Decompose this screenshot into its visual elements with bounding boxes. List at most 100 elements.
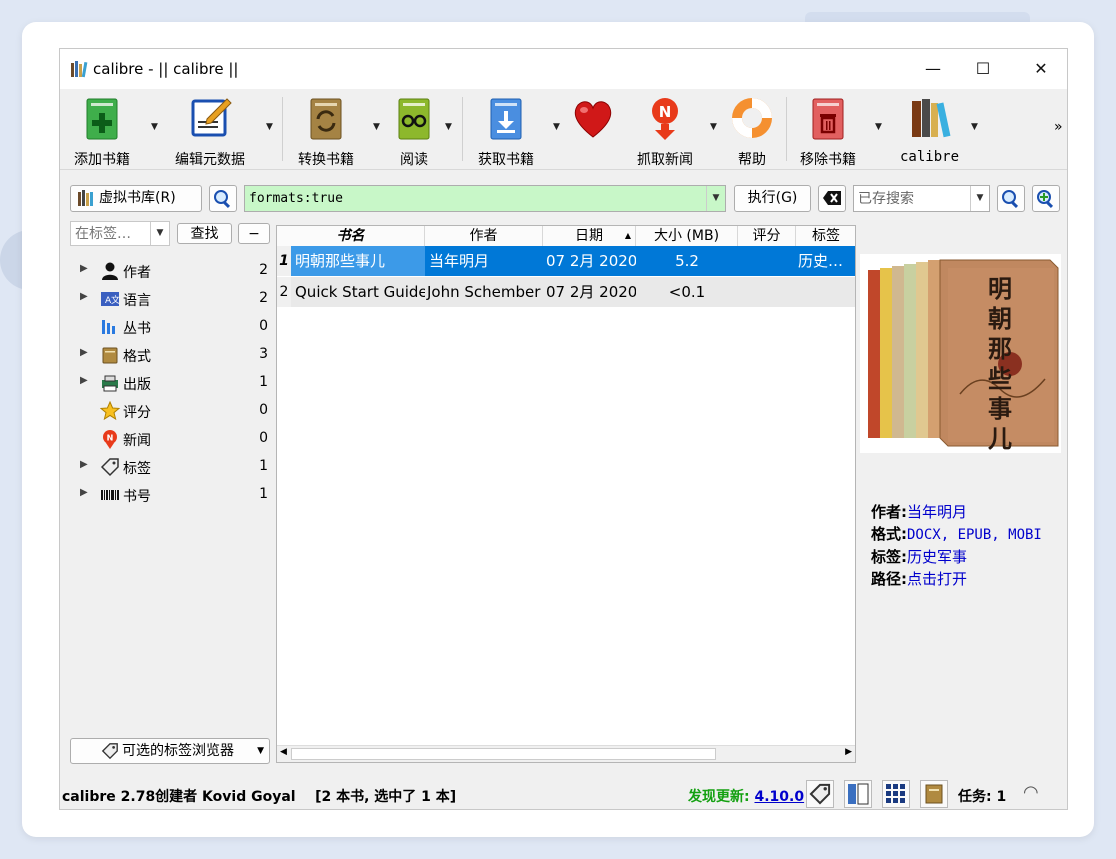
tree-item-languages[interactable]: ▶ A文 语言 2 (60, 285, 270, 313)
tag-find-input[interactable]: 在标签… ▼ (70, 221, 170, 246)
table-row[interactable]: 1 明朝那些事儿 当年明月 07 2月 2020 5.2 历史… (277, 246, 855, 276)
tree-item-series[interactable]: 丛书 0 (60, 313, 270, 341)
jobs-indicator[interactable]: 任务: 1 (958, 786, 1006, 806)
expand-arrow-icon[interactable]: ▶ (80, 487, 88, 498)
tree-item-rating[interactable]: 评分 0 (60, 397, 270, 425)
news-icon: N (103, 430, 117, 449)
cover-title: 明朝那些事儿 (988, 274, 1012, 453)
tree-item-tags[interactable]: ▶ 标签 1 (60, 453, 270, 481)
tag-find-button[interactable]: 查找 (177, 223, 232, 244)
expand-arrow-icon[interactable]: ▶ (80, 459, 88, 470)
path-link[interactable]: 点击打开 (907, 570, 967, 588)
cell-date[interactable]: 07 2月 2020 (543, 246, 636, 276)
tag-browser-toggle[interactable] (806, 780, 834, 808)
convert-books-button[interactable]: 转换书籍 (298, 95, 354, 169)
edit-metadata-icon (191, 98, 232, 137)
scroll-left-icon[interactable]: ◀ (280, 747, 287, 757)
cell-title[interactable]: 明朝那些事儿 (291, 246, 425, 276)
fetch-news-dropdown-arrow[interactable]: ▼ (710, 122, 717, 132)
alternate-tag-browser-button[interactable]: 可选的标签浏览器 ▼ (70, 738, 270, 764)
calibre-dropdown-arrow[interactable]: ▼ (971, 122, 978, 132)
tree-item-identifiers[interactable]: ▶ 书号 1 (60, 481, 270, 509)
detail-author: 作者:当年明月 (871, 501, 1042, 523)
horizontal-scrollbar[interactable]: ◀ ▶ (277, 745, 855, 762)
book-list-header: 书名 作者 日期 ▲ 大小 (MB) 评分 标签 (277, 226, 855, 247)
scrollbar-thumb[interactable] (291, 748, 716, 760)
cell-author[interactable]: 当年明月 (425, 246, 543, 276)
minimize-button[interactable]: — (910, 55, 956, 83)
fetch-news-icon: N (652, 98, 678, 140)
table-row[interactable]: 2 Quick Start Guide John Schember 07 2月 … (277, 277, 855, 307)
sort-ascending-icon: ▲ (624, 231, 631, 240)
remove-books-button[interactable]: 移除书籍 (800, 95, 856, 169)
scroll-right-icon[interactable]: ▶ (845, 747, 852, 757)
column-size[interactable]: 大小 (MB) (636, 226, 738, 246)
search-input[interactable]: formats:true ▼ (244, 185, 726, 212)
calibre-library-button[interactable]: calibre (900, 95, 959, 165)
column-tags[interactable]: 标签 (796, 226, 856, 246)
grid-icon (886, 784, 905, 803)
cover-grid-toggle[interactable] (844, 780, 872, 808)
cover-browser-toggle[interactable] (920, 780, 948, 808)
close-button[interactable]: ✕ (1018, 55, 1064, 83)
tree-item-label: 标签 (123, 461, 151, 477)
add-books-dropdown-arrow[interactable]: ▼ (151, 122, 158, 132)
expand-arrow-icon[interactable]: ▶ (80, 291, 88, 302)
cell-rating[interactable] (738, 277, 796, 307)
grid-view-toggle[interactable] (882, 780, 910, 808)
tags-link[interactable]: 历史军事 (907, 548, 967, 566)
search-history-dropdown[interactable]: ▼ (706, 186, 725, 211)
book-cover-image[interactable]: 明朝那些事儿 (860, 254, 1061, 453)
formats-link[interactable]: DOCX, EPUB, MOBI (907, 527, 1042, 543)
search-bar: 虚拟书库(R) formats:true ▼ 执行(G) 已存搜索 ▼ (60, 179, 1067, 217)
remove-books-dropdown-arrow[interactable]: ▼ (875, 122, 882, 132)
fetch-news-button[interactable]: N 抓取新闻 (637, 95, 693, 169)
cell-title[interactable]: Quick Start Guide (291, 277, 425, 307)
maximize-button[interactable]: ☐ (960, 55, 1006, 83)
column-date[interactable]: 日期 ▲ (543, 226, 636, 246)
tag-find-dropdown[interactable]: ▼ (150, 222, 169, 245)
help-button[interactable]: 帮助 (729, 95, 775, 169)
tree-item-publisher[interactable]: ▶ 出版 1 (60, 369, 270, 397)
column-rating[interactable]: 评分 (738, 226, 796, 246)
cell-tags[interactable] (796, 277, 855, 307)
execute-search-button[interactable]: 执行(G) (734, 185, 811, 212)
tree-item-formats[interactable]: ▶ 格式 3 (60, 341, 270, 369)
add-books-button[interactable]: 添加书籍 (74, 95, 130, 169)
cell-author[interactable]: John Schember (425, 277, 543, 307)
format-icon (102, 347, 118, 364)
save-search-button[interactable] (1032, 185, 1060, 212)
cell-size[interactable]: 5.2 (636, 246, 738, 276)
expand-arrow-icon[interactable]: ▶ (80, 347, 88, 358)
expand-arrow-icon[interactable]: ▶ (80, 263, 88, 274)
clear-search-button[interactable] (818, 185, 846, 212)
column-title[interactable]: 书名 (277, 226, 425, 246)
saved-search-combo[interactable]: 已存搜索 ▼ (853, 185, 990, 212)
saved-search-find-button[interactable] (997, 185, 1025, 212)
search-button[interactable] (209, 185, 237, 212)
tree-item-authors[interactable]: ▶ 作者 2 (60, 257, 270, 285)
convert-books-dropdown-arrow[interactable]: ▼ (373, 122, 380, 132)
author-link[interactable]: 当年明月 (907, 503, 967, 521)
view-button[interactable]: 阅读 (391, 95, 437, 169)
expand-arrow-icon[interactable]: ▶ (80, 375, 88, 386)
view-dropdown-arrow[interactable]: ▼ (445, 122, 452, 132)
saved-search-dropdown[interactable]: ▼ (970, 186, 989, 211)
donate-button[interactable] (570, 95, 616, 145)
toolbar-overflow-button[interactable]: » (1054, 119, 1063, 135)
update-version-link[interactable]: 4.10.0 (754, 789, 804, 805)
get-books-button[interactable]: 获取书籍 (478, 95, 534, 169)
remove-book-icon (812, 98, 844, 140)
cell-rating[interactable] (738, 246, 796, 276)
edit-metadata-button[interactable]: 编辑元数据 (175, 95, 245, 169)
virtual-library-button[interactable]: 虚拟书库(R) (70, 185, 202, 212)
cell-size[interactable]: <0.1 (636, 277, 738, 307)
fetch-news-label: 抓取新闻 (637, 152, 693, 168)
cell-tags[interactable]: 历史… (796, 246, 855, 276)
tree-item-news[interactable]: N 新闻 0 (60, 425, 270, 453)
column-author[interactable]: 作者 (425, 226, 543, 246)
tag-collapse-button[interactable]: − (238, 223, 270, 244)
cell-date[interactable]: 07 2月 2020 (543, 277, 636, 307)
get-books-dropdown-arrow[interactable]: ▼ (553, 122, 560, 132)
edit-metadata-dropdown-arrow[interactable]: ▼ (266, 122, 273, 132)
